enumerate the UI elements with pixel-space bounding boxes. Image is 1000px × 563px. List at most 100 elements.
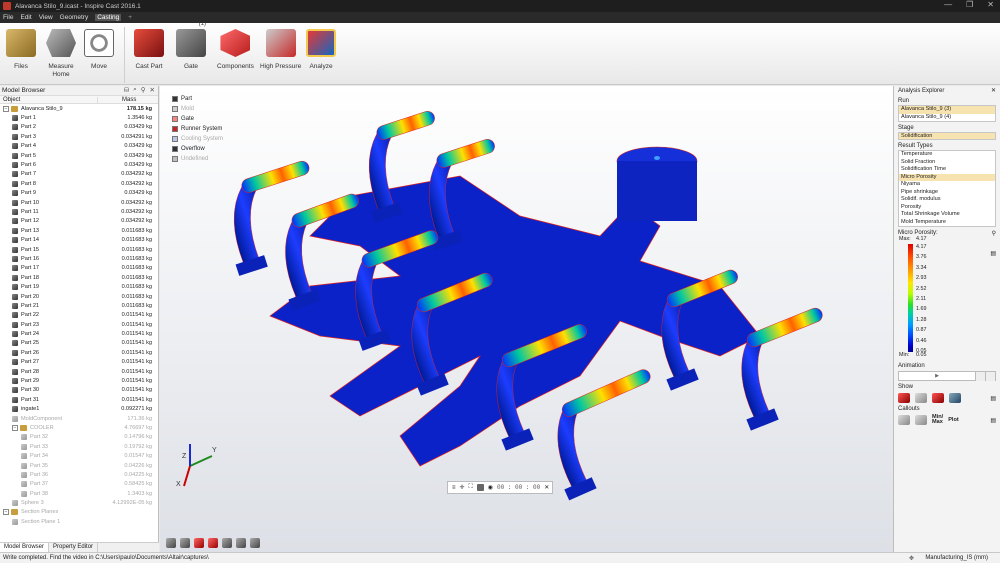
legend-item[interactable]: Undefined [172,154,223,164]
show-mold-icon[interactable] [915,393,927,403]
tree-row[interactable]: Part 28 0.011541 kg [0,367,158,376]
close-icon[interactable]: ✕ [991,87,996,94]
legend-item[interactable]: Part [172,94,223,104]
options-icon[interactable]: ▤ [990,417,996,424]
settings-icon[interactable] [985,371,995,381]
tree-row[interactable]: Part 25 0.011541 kg [0,339,158,348]
tree-row[interactable]: Part 18 0.011683 kg [0,273,158,282]
tree-row[interactable]: Part 29 0.011541 kg [0,376,158,385]
result-type-item[interactable]: Micro Porosity [899,173,995,181]
result-type-item[interactable]: Solidif. modulus [899,196,995,204]
clip-icon[interactable] [208,538,218,548]
legend-item[interactable]: Mold [172,104,223,114]
tree-row[interactable]: Part 21 0.011683 kg [0,301,158,310]
column-mass[interactable]: Mass [98,97,136,103]
view-cube-icon[interactable] [166,538,176,548]
run-item[interactable]: Alavanca Stilo_9 (3) [899,106,995,114]
menu-view[interactable]: View [39,14,53,21]
expand-toggle-icon[interactable]: − [3,509,9,516]
tree-row[interactable]: Part 6 0.03429 kg [0,160,158,169]
minimize-button[interactable]: — [944,0,952,9]
result-type-item[interactable]: Porosity [899,204,995,212]
options-icon[interactable]: ▤ [990,395,996,402]
minmax-button[interactable]: Min/ Max [932,414,943,425]
tree-row[interactable]: MoldComponent 171.36 kg [0,414,158,423]
tree-row[interactable]: Part 5 0.03429 kg [0,151,158,160]
result-type-item[interactable]: Pipe shrinkage [899,189,995,197]
tree-row[interactable]: Part 23 0.011541 kg [0,320,158,329]
cast-part-button[interactable]: Cast Part [134,29,164,71]
add-tab-icon[interactable]: + [128,14,132,21]
tree-row[interactable]: Part 12 0.034292 kg [0,217,158,226]
tree-row[interactable]: Part 24 0.011541 kg [0,329,158,338]
pin-icon[interactable]: ⚲ [141,86,146,94]
move-button[interactable]: Move [84,29,114,71]
run-item[interactable]: Alavanca Stilo_9 (4) [899,114,995,122]
result-type-item[interactable]: Solidification Time [899,166,995,174]
menu-casting[interactable]: Casting [95,14,122,21]
record-icon[interactable]: ◉ [488,484,493,491]
result-type-item[interactable]: Temperature [899,151,995,159]
tree-row[interactable]: Part 20 0.011683 kg [0,292,158,301]
tree-row[interactable]: Part 33 0.19792 kg [0,442,158,451]
tree-row[interactable]: − Section Planes [0,508,158,517]
play-icon[interactable]: ▶ [899,373,975,379]
tab-property-editor[interactable]: Property Editor [49,543,99,552]
tree-row[interactable]: Part 19 0.011683 kg [0,282,158,291]
tree-row[interactable]: Part 15 0.011683 kg [0,245,158,254]
tree-row[interactable]: Part 3 0.034291 kg [0,132,158,141]
stage-select[interactable]: Solidification [898,132,996,140]
close-icon[interactable]: ✕ [150,86,155,94]
show-runner-icon[interactable] [932,393,944,403]
menu-file[interactable]: File [3,14,13,21]
close-toolbar-icon[interactable]: ✕ [544,484,549,491]
column-object[interactable]: Object [0,96,98,103]
result-type-item[interactable]: Niyama [899,181,995,189]
expand-toggle-icon[interactable]: − [3,105,9,112]
measure-button[interactable]: Measure Home [46,29,76,79]
tree-row[interactable]: Part 10 0.034292 kg [0,198,158,207]
high-pressure-button[interactable]: High Pressure [260,29,301,71]
tree-row[interactable]: Part 8 0.034292 kg [0,179,158,188]
result-type-item[interactable]: Total Shrinkage Volume [899,211,995,219]
tree-row[interactable]: − COOLER 4.76697 kg [0,423,158,432]
show-part-icon[interactable] [898,393,910,403]
expand-toggle-icon[interactable]: − [12,424,18,431]
tree-row[interactable]: Part 36 0.04225 kg [0,470,158,479]
tree-row[interactable]: Part 22 0.011541 kg [0,311,158,320]
tree-row[interactable]: Part 4 0.03429 kg [0,142,158,151]
tree-row[interactable]: − Alavanca Stilo_9 178.15 kg [0,104,158,113]
tree-row[interactable]: Part 16 0.011683 kg [0,254,158,263]
close-button[interactable]: ✕ [987,0,994,9]
box-icon[interactable] [250,538,260,548]
tree-row[interactable]: Part 37 0.58425 kg [0,480,158,489]
options-icon[interactable]: ▤ [990,250,996,257]
legend-item[interactable]: Runner System [172,124,223,134]
maximize-button[interactable]: ❐ [966,0,973,9]
snap-icon[interactable]: ✥ [909,555,914,562]
tree-row[interactable]: Part 9 0.03429 kg [0,189,158,198]
show-cooling-icon[interactable] [949,393,961,403]
result-type-item[interactable]: Mold Temperature [899,219,995,227]
callout-note-icon[interactable] [915,415,927,425]
crosshair-icon[interactable]: ✛ [460,484,465,491]
filter-icon[interactable]: ⛁ [124,86,129,94]
sprue-body[interactable] [617,161,697,221]
files-button[interactable]: Files [6,29,36,71]
legend-item[interactable]: Gate [172,114,223,124]
search-icon[interactable]: ⌕ [133,86,137,94]
tree-row[interactable]: Part 2 0.03429 kg [0,123,158,132]
shade-icon[interactable] [236,538,246,548]
tree-row[interactable]: Part 26 0.011541 kg [0,348,158,357]
tab-model-browser[interactable]: Model Browser [0,543,50,552]
tree-row[interactable]: Sphere 3 4.12992E-05 kg [0,498,158,507]
gate-button[interactable]: (1) Gate [176,21,206,71]
tree-row[interactable]: Part 7 0.034292 kg [0,170,158,179]
zoom-icon[interactable] [222,538,232,548]
section-icon[interactable] [194,538,204,548]
step-icon[interactable] [975,371,985,381]
menu-geometry[interactable]: Geometry [60,14,89,21]
plot-button[interactable]: Plot [948,417,959,423]
tree-row[interactable]: Part 14 0.011683 kg [0,235,158,244]
camera-view-icon[interactable] [180,538,190,548]
